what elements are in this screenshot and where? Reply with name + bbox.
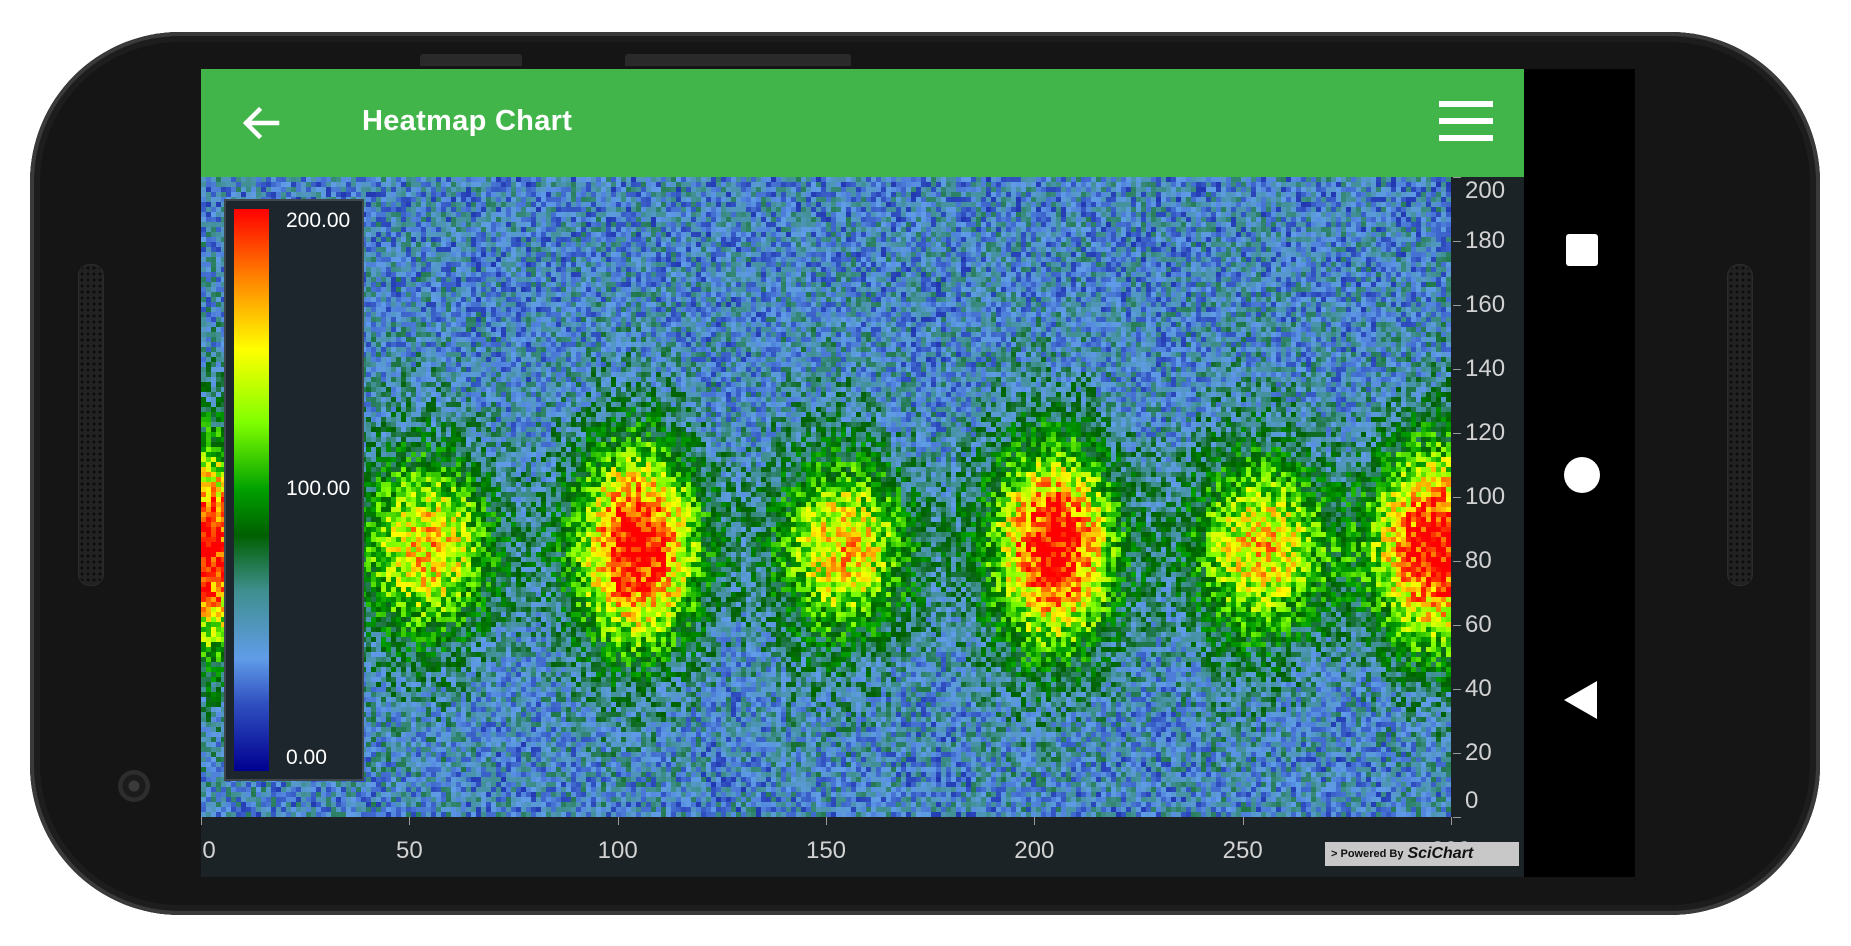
- y-tick-mark: [1453, 817, 1461, 818]
- x-tick-label: 150: [805, 837, 847, 864]
- y-tick-mark: [1453, 625, 1461, 626]
- x-tick-mark: [201, 817, 202, 825]
- y-tick-mark: [1453, 689, 1461, 690]
- x-tick-mark: [826, 817, 827, 825]
- colormap-max-label: 200.00: [286, 209, 351, 232]
- y-tick-label: 120: [1465, 419, 1506, 446]
- page-title: Heatmap Chart: [362, 105, 573, 137]
- y-tick-mark: [1453, 177, 1461, 178]
- y-tick-label: 0: [1465, 787, 1479, 814]
- x-tick-mark: [1242, 817, 1244, 825]
- y-axis: 200 180 160 140 120 100 80 60 40 20 0: [1453, 177, 1524, 818]
- powered-by-label: > Powered By: [1331, 848, 1404, 860]
- y-tick-label: 40: [1465, 675, 1492, 702]
- back-arrow-icon[interactable]: [237, 99, 285, 147]
- phone-screen: Heatmap Chart 200.00 100.00 0.00 200 180 1…: [201, 69, 1635, 877]
- y-tick-label: 80: [1465, 547, 1492, 574]
- android-nav-bar: [1524, 69, 1635, 877]
- x-tick-label: 200: [1014, 837, 1055, 864]
- volume-button: [625, 54, 851, 66]
- heatmap-series: [201, 177, 1451, 817]
- hamburger-menu-icon[interactable]: [1439, 101, 1497, 145]
- square-recents-icon[interactable]: [1566, 234, 1598, 266]
- y-tick-label: 100: [1465, 483, 1506, 510]
- power-button: [420, 54, 522, 66]
- x-tick-label: 250: [1222, 837, 1263, 864]
- x-tick-label: 0: [202, 837, 216, 864]
- left-speaker-grille: [78, 264, 104, 586]
- x-tick-mark: [1034, 817, 1036, 825]
- y-tick-label: 160: [1465, 291, 1506, 318]
- x-tick-label: 100: [597, 837, 638, 864]
- y-tick-mark: [1453, 561, 1461, 562]
- y-tick-mark: [1453, 753, 1461, 754]
- y-tick-label: 200: [1465, 177, 1506, 204]
- powered-by-watermark[interactable]: > Powered By SciChart: [1325, 842, 1519, 866]
- heatmap-chart[interactable]: 200.00 100.00 0.00 200 180 160 140 120 100 80 6…: [201, 177, 1524, 877]
- colormap-min-label: 0.00: [286, 746, 327, 769]
- y-tick-label: 20: [1465, 739, 1492, 766]
- right-speaker-grille: [1727, 264, 1753, 586]
- colormap-mid-label: 100.00: [286, 477, 351, 500]
- x-tick-mark: [1451, 817, 1452, 825]
- front-camera: [118, 770, 150, 802]
- x-tick-mark: [617, 817, 619, 825]
- colormap-gradient-bar: [234, 209, 269, 771]
- y-tick-mark: [1453, 241, 1461, 242]
- colormap-legend: 200.00 100.00 0.00: [224, 199, 364, 781]
- y-tick-label: 180: [1465, 227, 1506, 254]
- scichart-logo: SciChart: [1407, 845, 1474, 862]
- x-axis: 050100150200250300: [201, 817, 1471, 877]
- app-bar: Heatmap Chart: [201, 69, 1524, 177]
- y-tick-mark: [1453, 433, 1461, 434]
- x-tick-label: 50: [395, 837, 423, 864]
- triangle-back-icon[interactable]: [1564, 681, 1597, 719]
- x-tick-mark: [409, 817, 411, 825]
- heatmap-plot-area[interactable]: [201, 177, 1451, 817]
- y-tick-label: 140: [1465, 355, 1506, 382]
- y-tick-label: 60: [1465, 611, 1492, 638]
- y-tick-mark: [1453, 305, 1461, 306]
- circle-home-icon[interactable]: [1564, 457, 1600, 493]
- y-tick-mark: [1453, 497, 1461, 498]
- y-tick-mark: [1453, 369, 1461, 370]
